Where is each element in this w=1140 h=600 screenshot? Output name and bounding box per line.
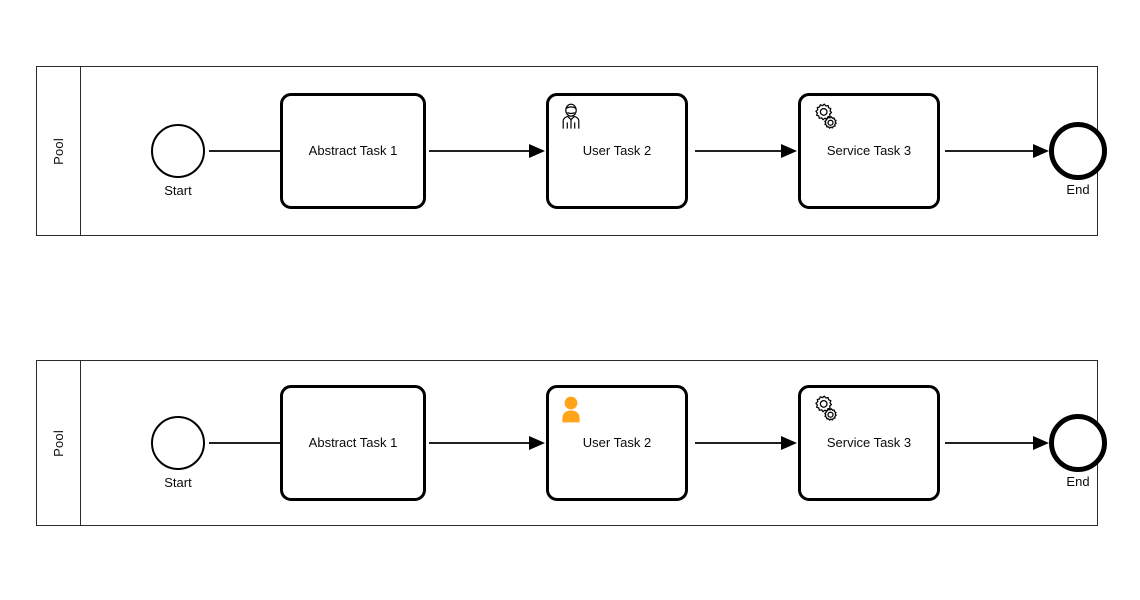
pool-bottom[interactable]: Pool Start Abstract Task 1 User Task 2 S… <box>36 360 1107 526</box>
task-label: Service Task 3 <box>826 142 912 158</box>
end-event[interactable]: End <box>1049 122 1107 197</box>
task-user-task-2[interactable]: User Task 2 <box>546 385 688 501</box>
pool-header-label: Pool <box>50 429 66 457</box>
task-abstract-task-1[interactable]: Abstract Task 1 <box>280 93 426 209</box>
user-outline-icon <box>558 103 584 131</box>
lane-bottom: Start Abstract Task 1 User Task 2 Servic… <box>81 361 1107 525</box>
end-event[interactable]: End <box>1049 414 1107 489</box>
task-label: User Task 2 <box>582 142 652 158</box>
task-service-task-3[interactable]: Service Task 3 <box>798 93 940 209</box>
start-event-label: Start <box>164 475 192 490</box>
task-user-task-2[interactable]: User Task 2 <box>546 93 688 209</box>
pool-header-label: Pool <box>50 137 66 165</box>
task-label: User Task 2 <box>582 434 652 450</box>
end-event-label: End <box>1066 182 1090 197</box>
pool-top[interactable]: Pool Start Abstract Task 1 User Task 2 S… <box>36 66 1107 236</box>
lane-top: Start Abstract Task 1 User Task 2 Servic… <box>81 67 1107 235</box>
start-event-label: Start <box>164 183 192 198</box>
gears-outline-icon <box>810 395 837 423</box>
task-abstract-task-1[interactable]: Abstract Task 1 <box>280 385 426 501</box>
bpmn-canvas: Pool Start Abstract Task 1 User Task 2 S… <box>0 0 1140 600</box>
task-label: Abstract Task 1 <box>308 142 398 158</box>
gears-outline-icon <box>810 103 837 131</box>
start-event[interactable]: Start <box>151 416 205 490</box>
end-event-label: End <box>1066 474 1090 489</box>
task-label: Abstract Task 1 <box>308 434 398 450</box>
task-service-task-3[interactable]: Service Task 3 <box>798 385 940 501</box>
user-solid-orange-icon <box>558 395 584 423</box>
pool-header-bottom[interactable]: Pool <box>37 361 81 525</box>
pool-header-top[interactable]: Pool <box>37 67 81 235</box>
task-label: Service Task 3 <box>826 434 912 450</box>
start-event[interactable]: Start <box>151 124 205 198</box>
